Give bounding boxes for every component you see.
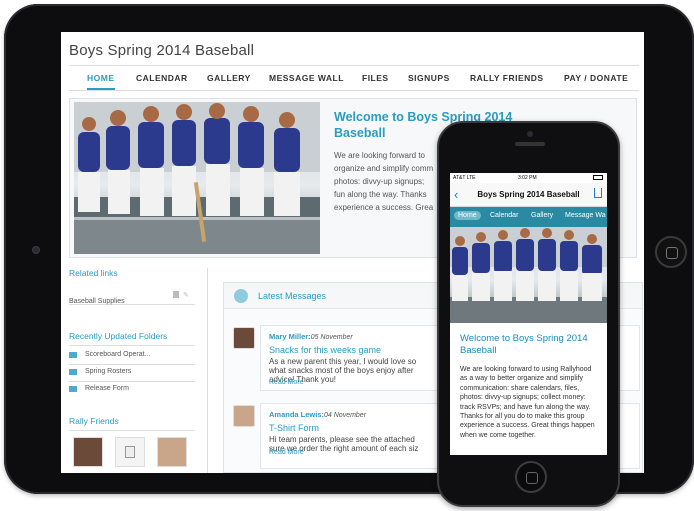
phone-team-photo [450,227,607,323]
messages-heading: Latest Messages [258,291,327,301]
author-avatar[interactable] [233,405,255,427]
welcome-line: fun along the way. Thanks [334,190,427,199]
divider [69,430,195,431]
read-more-link[interactable]: Read More [269,449,304,456]
welcome-line: organize and simplify comm [334,164,434,173]
folder-label[interactable]: Scoreboard Operat... [85,351,150,358]
nav-message-wall[interactable]: MESSAGE WALL [269,73,344,83]
message-author[interactable]: Mary Miller:05 November [269,332,353,341]
column-divider [207,268,208,473]
ipad-camera [32,246,40,254]
divider [69,381,195,382]
iphone-frame: AT&T LTE 3:02 PM ‹ Boys Spring 2014 Base… [437,121,620,507]
nav-pay-donate[interactable]: PAY / DONATE [564,73,628,83]
folders-heading: Recently Updated Folders [69,331,168,341]
nav-active-indicator [87,88,115,90]
folder-icon [69,369,77,375]
message-line: what snacks most of the boys enjoy after [269,366,414,375]
rally-friends-heading: Rally Friends [69,416,119,426]
phone-title: Boys Spring 2014 Baseball [477,190,580,199]
carrier-label: AT&T LTE [453,175,476,181]
device-mockup-stage: Boys Spring 2014 Baseball HOME CALENDAR … [0,0,694,511]
nav-home[interactable]: HOME [87,73,115,83]
message-date: 04 November [324,412,367,419]
phone-tab-calendar[interactable]: Calendar [490,212,518,219]
friend-avatar[interactable] [73,437,103,467]
phone-tab-message-wall[interactable]: Message Wa [565,212,606,219]
folder-label[interactable]: Release Form [85,385,129,392]
clock: 3:02 PM [518,175,537,181]
message-subject[interactable]: T-Shirt Form [269,423,319,433]
messages-icon [234,289,248,303]
author-avatar[interactable] [233,327,255,349]
message-line: As a new parent this year, I would love … [269,357,417,366]
iphone-speaker [515,142,545,146]
phone-title-bar: ‹ Boys Spring 2014 Baseball [450,183,607,207]
related-link-label[interactable]: Baseball Supplies [69,298,125,305]
site-title: Boys Spring 2014 Baseball [69,42,255,59]
welcome-line: photos: divvy-up signups; [334,177,425,186]
trash-icon[interactable] [173,291,179,298]
welcome-line: experience a success. Grea [334,203,434,212]
related-link-item[interactable]: Baseball Supplies ✎ [69,290,195,305]
message-line: Hi team parents, please see the attached [269,435,415,444]
read-more-link[interactable]: Read More [269,379,304,386]
message-subject[interactable]: Snacks for this weeks game [269,345,381,355]
folder-label[interactable]: Spring Rosters [85,368,131,375]
main-nav: HOME CALENDAR GALLERY MESSAGE WALL FILES… [69,65,639,91]
status-bar: AT&T LTE 3:02 PM [450,173,607,183]
folder-item[interactable]: Scoreboard Operat... [69,349,195,364]
nav-calendar[interactable]: CALENDAR [136,73,188,83]
nav-signups[interactable]: SIGNUPS [408,73,450,83]
nav-rally-friends[interactable]: RALLY FRIENDS [470,73,544,83]
welcome-line: We are looking forward to [334,151,426,160]
iphone-home-button[interactable] [515,461,547,493]
folder-icon [69,352,77,358]
team-photo [74,102,320,254]
related-links-heading: Related links [69,268,118,278]
phone-tab-bar: Home Calendar Gallery Message Wa [450,207,607,227]
divider [69,345,195,346]
phone-welcome-text: We are looking forward to using Rallyhoo… [460,366,595,439]
iphone-screen: AT&T LTE 3:02 PM ‹ Boys Spring 2014 Base… [450,173,607,455]
share-icon[interactable] [594,188,602,198]
folder-icon [69,386,77,392]
message-author[interactable]: Amanda Lewis:04 November [269,410,366,419]
author-name: Mary Miller: [269,332,311,341]
phone-tab-home[interactable]: Home [454,211,481,220]
ipad-home-button[interactable] [655,236,687,268]
iphone-camera [527,131,533,137]
folder-item[interactable]: Spring Rosters [69,366,195,381]
friends-list [69,437,195,471]
edit-icon[interactable]: ✎ [183,291,189,299]
friend-avatar[interactable] [157,437,187,467]
phone-welcome-heading: Welcome to Boys Spring 2014 Baseball [460,333,588,356]
folder-item[interactable]: Release Form [69,383,195,398]
friend-avatar-placeholder[interactable] [115,437,145,467]
welcome-text: We are looking forward to organize and s… [334,149,444,214]
battery-icon [593,175,603,180]
nav-gallery[interactable]: GALLERY [207,73,251,83]
divider [69,364,195,365]
sidebar: Related links Baseball Supplies ✎ Recent… [69,268,195,473]
broken-image-icon [125,446,135,458]
nav-files[interactable]: FILES [362,73,389,83]
phone-tab-gallery[interactable]: Gallery [531,212,553,219]
author-name: Amanda Lewis: [269,410,325,419]
message-date: 05 November [310,334,353,341]
